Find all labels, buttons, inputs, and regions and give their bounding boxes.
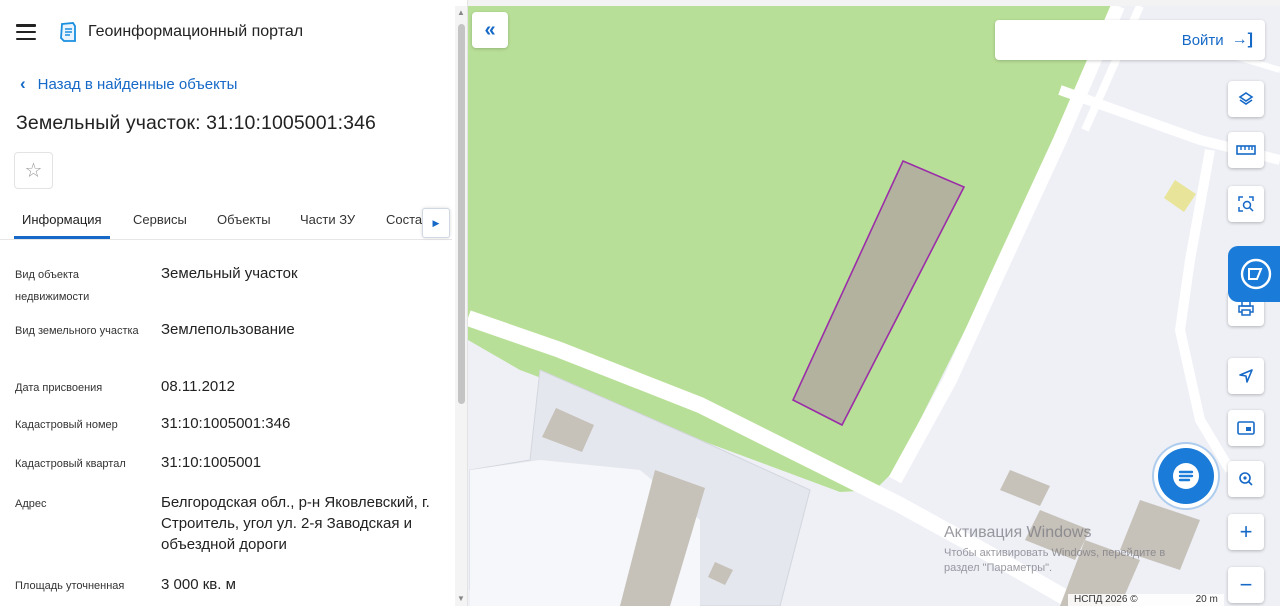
tab-services[interactable]: Сервисы: [133, 212, 187, 227]
tab-objects[interactable]: Объекты: [217, 212, 271, 227]
info-panel: Геоинформационный портал ‹ Назад в найде…: [0, 0, 468, 606]
tab-composition[interactable]: Соста: [386, 212, 422, 227]
app-title: Геоинформационный портал: [88, 23, 304, 40]
map-drawing: [468, 6, 1280, 606]
chat-icon: [1173, 463, 1199, 489]
back-link-label: Назад в найденные объекты: [37, 75, 238, 93]
ruler-icon[interactable]: [1228, 132, 1264, 168]
active-tab-indicator: [14, 236, 110, 239]
messenger-badge-icon[interactable]: [1228, 246, 1280, 302]
row-label-address: Адрес: [15, 498, 47, 510]
minimap-icon[interactable]: [1228, 410, 1264, 446]
zoom-out-icon[interactable]: −: [1228, 567, 1264, 603]
tab-parts[interactable]: Части ЗУ: [300, 212, 355, 227]
header: Геоинформационный портал: [16, 20, 303, 44]
watermark-line-2: раздел "Параметры".: [944, 562, 1053, 574]
tabs-scroll-right-icon[interactable]: ▶: [422, 208, 450, 238]
layers-icon[interactable]: [1228, 81, 1264, 117]
row-value-object-type: Земельный участок: [161, 265, 298, 282]
row-label-cadastral-number: Кадастровый номер: [15, 419, 118, 431]
panel-scrollbar[interactable]: ▲ ▼: [455, 6, 467, 606]
row-label-parcel-type: Вид земельного участка: [15, 325, 139, 337]
login-button[interactable]: Войти →]: [995, 20, 1265, 60]
collapse-panel-button[interactable]: «: [472, 12, 508, 48]
search-area-icon[interactable]: [1228, 461, 1264, 497]
row-value-area: 3 000 кв. м: [161, 576, 236, 593]
zoom-in-icon[interactable]: +: [1228, 514, 1264, 550]
scroll-up-icon[interactable]: ▲: [457, 8, 465, 17]
locate-icon[interactable]: [1228, 358, 1264, 394]
login-label: Войти: [1181, 31, 1224, 49]
row-value-cadastral-number: 31:10:1005001:346: [161, 415, 291, 432]
row-label-object-type: Вид объекта недвижимости: [15, 269, 90, 303]
app-root: Геоинформационный портал ‹ Назад в найде…: [0, 0, 1280, 606]
row-label-assign-date: Дата присвоения: [15, 382, 103, 394]
map-canvas[interactable]: [468, 6, 1280, 606]
tab-information[interactable]: Информация: [22, 212, 102, 227]
attribution-text: НСПД 2026 ©: [1074, 594, 1138, 605]
favorite-star-icon[interactable]: ☆: [14, 152, 53, 189]
row-value-parcel-type: Землепользование: [161, 321, 295, 338]
scale-label: 20 m: [1195, 594, 1218, 605]
scroll-thumb[interactable]: [458, 24, 465, 404]
row-label-cadastral-quarter: Кадастровый квартал: [15, 458, 126, 470]
login-arrow-icon: →]: [1231, 31, 1253, 48]
map-attribution: НСПД 2026 © 20 m: [1068, 594, 1224, 606]
portal-logo-icon: [60, 22, 76, 42]
back-to-results-link[interactable]: ‹ Назад в найденные объекты: [20, 74, 237, 94]
watermark-line-1: Чтобы активировать Windows, перейдите в: [944, 547, 1166, 559]
chevron-left-icon: ‹: [20, 74, 26, 93]
row-label-area: Площадь уточненная: [15, 580, 125, 592]
row-value-assign-date: 08.11.2012: [161, 378, 235, 395]
hamburger-icon[interactable]: [16, 24, 36, 40]
row-value-address: Белгородская обл., р-н Яковлевский, г. С…: [161, 494, 430, 553]
windows-activation-watermark: Активация Windows Чтобы активировать Win…: [944, 524, 1165, 576]
chat-button[interactable]: [1158, 448, 1214, 504]
area-select-icon[interactable]: [1228, 186, 1264, 222]
row-value-cadastral-quarter: 31:10:1005001: [161, 454, 262, 471]
watermark-title: Активация Windows: [944, 524, 1092, 541]
tabs-bar: Информация Сервисы Объекты Части ЗУ Сост…: [0, 200, 452, 240]
scroll-down-icon[interactable]: ▼: [457, 594, 465, 603]
page-title: Земельный участок: 31:10:1005001:346: [16, 112, 376, 134]
